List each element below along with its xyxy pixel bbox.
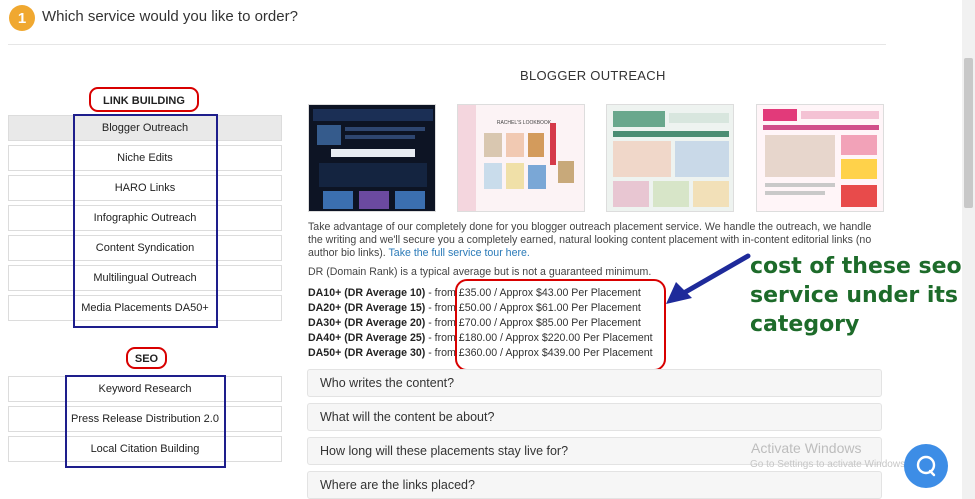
- thumbnail-image: [607, 105, 733, 211]
- example-thumbnail-2[interactable]: RACHEL'S LOOKBOOK: [457, 104, 585, 212]
- lookbook-heading: RACHEL'S LOOKBOOK: [497, 120, 552, 126]
- faq-item[interactable]: Where are the links placed?: [307, 471, 882, 499]
- step-title: Which service would you like to order?: [42, 8, 298, 25]
- annotation-price-highlight: [455, 279, 666, 371]
- example-thumbnail-3[interactable]: [606, 104, 734, 212]
- price-tier: DA40+ (DR Average 25): [308, 332, 426, 344]
- thumbnail-image: [309, 105, 435, 211]
- category-label-link-building: LINK BUILDING: [103, 95, 185, 107]
- annotation-line: service under its: [750, 283, 959, 308]
- chat-bubble-icon: [916, 455, 936, 477]
- annotation-link-building-box: [73, 114, 218, 328]
- activate-windows-title: Activate Windows: [751, 440, 862, 456]
- example-thumbnail-4[interactable]: [756, 104, 884, 212]
- step-number-badge: 1: [9, 5, 35, 31]
- activate-windows-subtitle: Go to Settings to activate Windows.: [750, 459, 908, 470]
- thumbnail-image: RACHEL'S LOOKBOOK: [458, 105, 584, 211]
- divider: [8, 44, 886, 45]
- scrollbar-thumb[interactable]: [964, 58, 973, 208]
- category-label-seo: SEO: [134, 353, 159, 365]
- service-title: BLOGGER OUTREACH: [520, 68, 666, 83]
- annotation-line: cost of these seo: [750, 254, 962, 279]
- service-tour-link[interactable]: Take the full service tour here.: [389, 247, 530, 259]
- annotation-line: category: [750, 312, 860, 337]
- dr-note: DR (Domain Rank) is a typical average bu…: [308, 266, 652, 278]
- price-tier: DA10+ (DR Average 10): [308, 287, 426, 299]
- price-tier: DA50+ (DR Average 30): [308, 347, 426, 359]
- chat-button[interactable]: [904, 444, 948, 488]
- thumbnail-image: [757, 105, 883, 211]
- price-tier: DA20+ (DR Average 15): [308, 302, 426, 314]
- example-thumbnail-1[interactable]: [308, 104, 436, 212]
- annotation-seo-box: [65, 375, 226, 468]
- faq-item[interactable]: Who writes the content?: [307, 369, 882, 397]
- arrow-pointer-icon: [666, 253, 751, 304]
- faq-item[interactable]: What will the content be about?: [307, 403, 882, 431]
- price-tier: DA30+ (DR Average 20): [308, 317, 426, 329]
- annotation-text: cost of these seo service under its cate…: [750, 252, 962, 339]
